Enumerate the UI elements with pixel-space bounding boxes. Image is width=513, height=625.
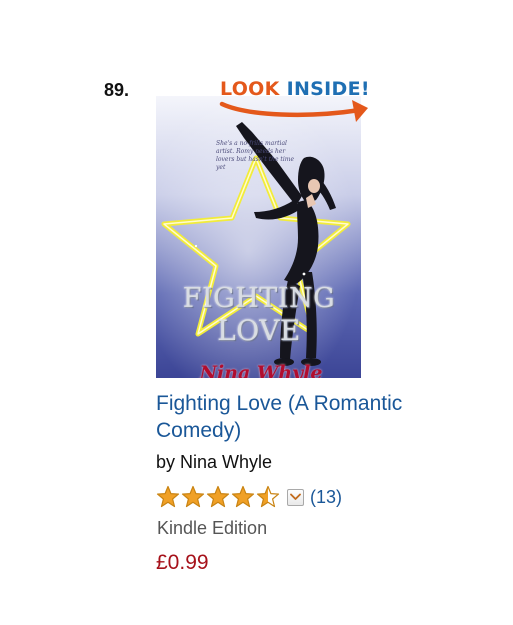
star-icon <box>256 485 280 508</box>
book-title-link[interactable]: Fighting Love (A Romantic Comedy) <box>156 390 476 444</box>
book-price: £0.99 <box>156 551 209 574</box>
cover-title-line1: FIGHTING <box>182 283 336 314</box>
star-icon <box>231 485 255 508</box>
look-inside-badge[interactable]: LOOK INSIDE! <box>218 74 378 128</box>
book-cover-link[interactable]: She's a no-frills martial artist. Romy n… <box>156 74 378 378</box>
book-format: Kindle Edition <box>157 518 268 538</box>
star-rating[interactable] <box>156 485 281 509</box>
curved-arrow-icon <box>219 100 368 122</box>
search-result-item: 89. She's a no-frills martial artist. Ro… <box>0 0 513 625</box>
star-icon <box>181 485 205 508</box>
cover-author: Nina Whyle <box>199 362 323 378</box>
cover-title-line2: LOVE <box>217 314 301 347</box>
review-count-link[interactable]: (13) <box>310 487 342 508</box>
rating-dropdown-button[interactable] <box>287 488 304 506</box>
rating-row: (13) <box>156 483 342 511</box>
chevron-down-icon <box>290 493 301 500</box>
book-cover-image: She's a no-frills martial artist. Romy n… <box>156 96 361 378</box>
book-author: by Nina Whyle <box>156 452 273 472</box>
star-icon <box>156 485 180 508</box>
cover-tagline: She's a no-frills martial artist. Romy n… <box>216 140 295 171</box>
star-icon <box>206 485 230 508</box>
result-rank: 89. <box>104 80 130 100</box>
